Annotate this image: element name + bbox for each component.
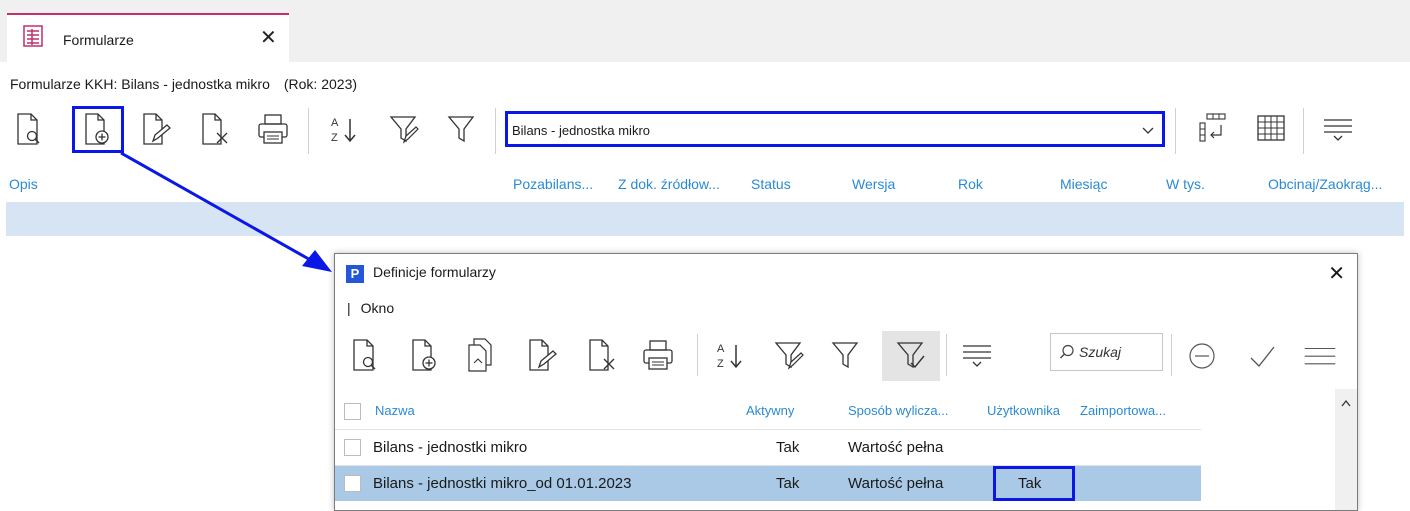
search-icon: [1060, 344, 1074, 359]
svg-text:Z: Z: [717, 358, 724, 370]
filter-icon[interactable]: [829, 337, 863, 373]
filter-check-icon: [896, 342, 925, 369]
vertical-scrollbar[interactable]: [1335, 389, 1357, 510]
column-header-sposob[interactable]: Sposób wylicza...: [848, 403, 948, 418]
check-icon[interactable]: [1245, 339, 1279, 375]
cell-nazwa: Bilans - jednostki mikro_od 01.01.2023: [373, 475, 632, 492]
table-row-selected[interactable]: Bilans - jednostki mikro_od 01.01.2023 T…: [335, 466, 1201, 501]
svg-text:A: A: [717, 343, 725, 355]
app-logo-icon: P: [346, 265, 364, 283]
edit-icon[interactable]: [525, 337, 559, 373]
print-icon[interactable]: [641, 337, 675, 373]
search-placeholder: Szukaj: [1079, 344, 1122, 360]
row-checkbox[interactable]: [344, 439, 361, 456]
more-options-icon[interactable]: [960, 337, 994, 373]
toolbar-separator: [946, 334, 947, 376]
delete-icon[interactable]: [585, 337, 619, 373]
column-header-uzytkownika[interactable]: Użytkownika: [987, 403, 1060, 418]
cell-sposob: Wartość pełna: [848, 439, 944, 456]
cell-aktywny: Tak: [776, 439, 800, 456]
preview-icon[interactable]: [350, 337, 384, 373]
menu-icon[interactable]: [1303, 339, 1337, 375]
select-all-checkbox[interactable]: [344, 403, 361, 420]
filter-edit-icon[interactable]: [772, 337, 806, 373]
sort-az-icon[interactable]: A Z: [713, 337, 747, 373]
copy-icon[interactable]: [465, 337, 499, 373]
menu-separator: |: [347, 300, 351, 316]
cell-nazwa: Bilans - jednostki mikro: [373, 439, 528, 456]
minus-circle-icon[interactable]: [1185, 339, 1219, 375]
search-input[interactable]: Szukaj: [1050, 333, 1163, 371]
definitions-dialog: P Definicje formularzy ✕ | Okno A Z Szuk…: [334, 253, 1358, 511]
toolbar-separator: [1171, 334, 1172, 376]
filter-active-button[interactable]: [882, 331, 940, 381]
close-icon[interactable]: ✕: [1328, 261, 1345, 286]
add-icon[interactable]: [407, 337, 441, 373]
dialog-title: Definicje formularzy: [373, 264, 496, 280]
cell-aktywny: Tak: [776, 475, 800, 492]
chevron-up-icon[interactable]: [1341, 399, 1351, 407]
dialog-menu: | Okno: [347, 300, 394, 316]
column-header-nazwa[interactable]: Nazwa: [375, 403, 415, 418]
column-header-zaimportowany[interactable]: Zaimportowa...: [1080, 403, 1166, 418]
menu-item-okno[interactable]: Okno: [361, 300, 394, 316]
column-header-aktywny[interactable]: Aktywny: [746, 403, 794, 418]
cell-sposob: Wartość pełna: [848, 475, 944, 492]
uzytkownika-highlight: [993, 466, 1075, 501]
table-row[interactable]: Bilans - jednostki mikro Tak Wartość peł…: [335, 430, 1201, 465]
toolbar-separator: [697, 334, 698, 376]
row-checkbox[interactable]: [344, 475, 361, 492]
